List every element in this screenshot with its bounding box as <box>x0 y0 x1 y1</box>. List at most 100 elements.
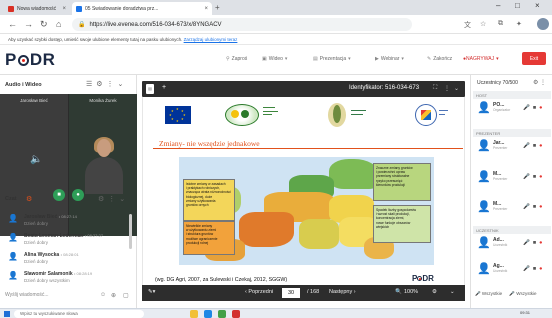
tab-title: 05 Świadowanie doradztwa prz... <box>85 5 159 12</box>
fullscreen-icon[interactable]: ⛶ <box>433 85 437 92</box>
chat-input[interactable]: Wyślij wiadomość... <box>5 289 99 301</box>
user-icon: 👤 <box>477 102 491 114</box>
browser-tab-evenea[interactable]: 05 Świadowanie doradztwa prz... × <box>72 2 212 15</box>
participant-controls: 🎤■● <box>523 174 546 180</box>
participants-settings-icon[interactable]: ⚙ ⋮ <box>533 79 546 86</box>
close-tab-icon[interactable]: × <box>62 6 66 12</box>
windows-start-icon[interactable] <box>4 311 10 317</box>
minimize-icon[interactable]: – <box>496 1 500 10</box>
slide-title: Zmiany- nie wszędzie jednakowe <box>159 139 260 148</box>
zoom-icon[interactable]: 🔍 <box>395 289 402 295</box>
participant-row[interactable]: 👤 Ag... Uczestnik 🎤■● <box>475 261 551 281</box>
participant-controls: 🎤■● <box>523 105 546 111</box>
map-legend-box: Spadek liczby gospodarstw i wzrost skali … <box>373 205 431 243</box>
chat-controls[interactable]: ⚙⋮⌄ <box>98 195 129 203</box>
manage-favorites-link[interactable]: Zarządzaj ulubionymi teraz <box>184 37 238 42</box>
windows-taskbar: Wpisz tu wyszukiwane słowa 09:31 <box>0 308 552 318</box>
zoom-level[interactable]: 100% <box>404 289 418 295</box>
emoji-icon[interactable]: ☺ <box>100 292 106 298</box>
user-icon: 👤 <box>477 237 491 249</box>
chat-scrollbar[interactable] <box>129 214 132 249</box>
chat-message: 👤 Alina Wysocka • 08:28:01 Dzień dobry <box>8 252 79 264</box>
invite-icon: ⚲ <box>226 56 230 62</box>
chat-header: Czat ⚙ ⚙⋮⌄ <box>0 196 137 206</box>
page-number-input[interactable]: 30 <box>282 288 300 298</box>
user-icon: 👤 <box>477 171 491 183</box>
chat-message: 👤 Jarosław Bieć • 08:27:14 Dzień dobry <box>8 214 77 226</box>
profile-avatar[interactable] <box>537 18 549 30</box>
av-controls[interactable]: ☰⚙⋮⌄ <box>86 80 127 88</box>
translate-icon[interactable]: 文 <box>464 20 471 30</box>
chat-message: 👤 Sławomir Salamonik • 08:28:19 Dzień do… <box>8 271 93 283</box>
video-icon: ▣ <box>262 56 267 62</box>
participant-row[interactable]: 👤 Jar... Prezenter 🎤■● <box>475 138 551 158</box>
participant-row[interactable]: 👤 Ad... Uczestnik 🎤■● <box>475 235 551 255</box>
url-input[interactable]: 🔒 https://live.evenea.com/516-034-673/x/… <box>72 18 412 31</box>
invite-button[interactable]: ⚲ Zaproś <box>226 56 247 62</box>
back-icon[interactable]: ← <box>8 19 17 29</box>
url-text: https://live.evenea.com/516-034-673/x/8Y… <box>89 21 222 28</box>
collapse-icon[interactable]: ⌄ <box>454 85 459 92</box>
edge-icon[interactable] <box>204 310 212 318</box>
draw-tool-icon[interactable]: ✎▾ <box>148 289 155 295</box>
folder-icon[interactable] <box>190 310 198 318</box>
user-icon: 👤 <box>477 201 491 213</box>
participant-video <box>83 137 125 194</box>
bookmarks-bar: Aby uzyskać szybki dostęp, umieść swoje … <box>0 34 552 45</box>
slide-source: (wg. DG Agri, 2007, za Sulewski i Czekaj… <box>155 277 288 283</box>
attach-icon[interactable]: ⊕ <box>111 292 116 299</box>
app-icon[interactable] <box>218 310 226 318</box>
map-legend-box: Znaczne zmiany gruntów i powierzchni upra… <box>373 163 431 201</box>
close-tab-icon[interactable]: × <box>204 6 208 12</box>
collapse-icon[interactable]: ⌄ <box>450 289 455 295</box>
mic-all-icon[interactable]: 🎤 Wszystkie <box>475 291 502 296</box>
webinar-button[interactable]: ▶ Webinar ▾ <box>375 56 406 62</box>
participant-row[interactable]: 👤 PO... Organizator 🎤■● <box>475 100 551 120</box>
send-icon[interactable]: ▢ <box>123 292 129 299</box>
video-participant-name: Jarosław Bieć <box>20 98 48 103</box>
add-file-icon[interactable]: + <box>162 84 166 91</box>
app-logo: P DR <box>5 50 56 69</box>
reload-icon[interactable]: ↻ <box>40 19 48 30</box>
lock-icon: 🔒 <box>78 22 86 28</box>
video-button[interactable]: ▣ Wideo ▾ <box>262 56 289 62</box>
presentation-area: ▤ + Identyfikator: 516-034-673 ⛶ ⋮ ⌄ ★ ★ ★… <box>137 75 470 308</box>
participant-row[interactable]: 👤 M... Prezenter 🎤■● <box>475 169 551 189</box>
browser-tab-mail[interactable]: Nowa wiadomość × <box>4 2 70 15</box>
video-all-icon[interactable]: 🎤 Wszystkie <box>509 291 536 296</box>
slide-podr-logo: P DR <box>412 274 434 283</box>
maximize-icon[interactable]: □ <box>515 1 520 10</box>
slide-logos: ★ ★ ★ ★ ★ ★ ★ ★ ▬▬▬▬ ▬▬▬▬▬ ▬▬▬ ▬▬▬▬▬ ▬▬▬▬ ▬▬▬ ▬▬ <box>153 101 463 130</box>
new-tab-button[interactable]: + <box>215 3 220 12</box>
close-window-icon[interactable]: × <box>535 1 540 10</box>
taskbar-clock: 09:31 <box>520 310 531 315</box>
participant-controls: 🎤■● <box>523 240 546 246</box>
next-slide-button[interactable]: Następny › <box>329 289 356 295</box>
user-icon: 👤 <box>8 233 18 242</box>
settings-icon[interactable]: ⚙ <box>432 289 437 295</box>
tab-title: Nowa wiadomość <box>17 5 57 12</box>
presentation-toolbar: ▤ + Identyfikator: 516-034-673 ⛶ ⋮ ⌄ <box>142 81 465 97</box>
slide-navigation: ✎▾ ‹ Poprzedni 30 / 168 Następny › 🔍 100… <box>142 285 465 301</box>
app-icon[interactable] <box>232 310 240 318</box>
taskbar-search[interactable]: Wpisz tu wyszukiwane słowa <box>14 310 144 318</box>
address-bar: ← → ↻ ⌂ 🔒 https://live.evenea.com/516-03… <box>0 15 552 34</box>
chat-list: 👤 Jarosław Bieć • 08:27:14 Dzień dobry 👤… <box>0 212 133 288</box>
participant-controls: 🎤■● <box>523 266 546 272</box>
end-button[interactable]: ✎ Zakończ <box>427 56 452 62</box>
home-icon[interactable]: ⌂ <box>56 19 61 29</box>
more-icon[interactable]: ⋮ <box>444 85 450 92</box>
user-icon: 👤 <box>8 252 18 261</box>
chat-settings-icon[interactable]: ⚙ <box>26 195 32 203</box>
collections-icon[interactable]: ⧉ <box>498 20 503 28</box>
presentation-button[interactable]: ▤ Prezentacja ▾ <box>313 56 353 62</box>
record-button[interactable]: ●NAGRYWAJ ▾ <box>463 56 499 62</box>
favorites-icon[interactable]: ✦ <box>516 20 522 28</box>
star-icon[interactable]: ☆ <box>480 20 486 28</box>
prev-slide-button[interactable]: ‹ Poprzedni <box>245 289 273 295</box>
forward-icon[interactable]: → <box>24 19 33 29</box>
participant-row[interactable]: 👤 M... Prezenter 🎤■● <box>475 199 551 219</box>
exit-button[interactable]: Exit <box>522 52 546 65</box>
file-icon[interactable]: ▤ <box>146 84 154 94</box>
webinar-icon: ▶ <box>375 56 379 62</box>
